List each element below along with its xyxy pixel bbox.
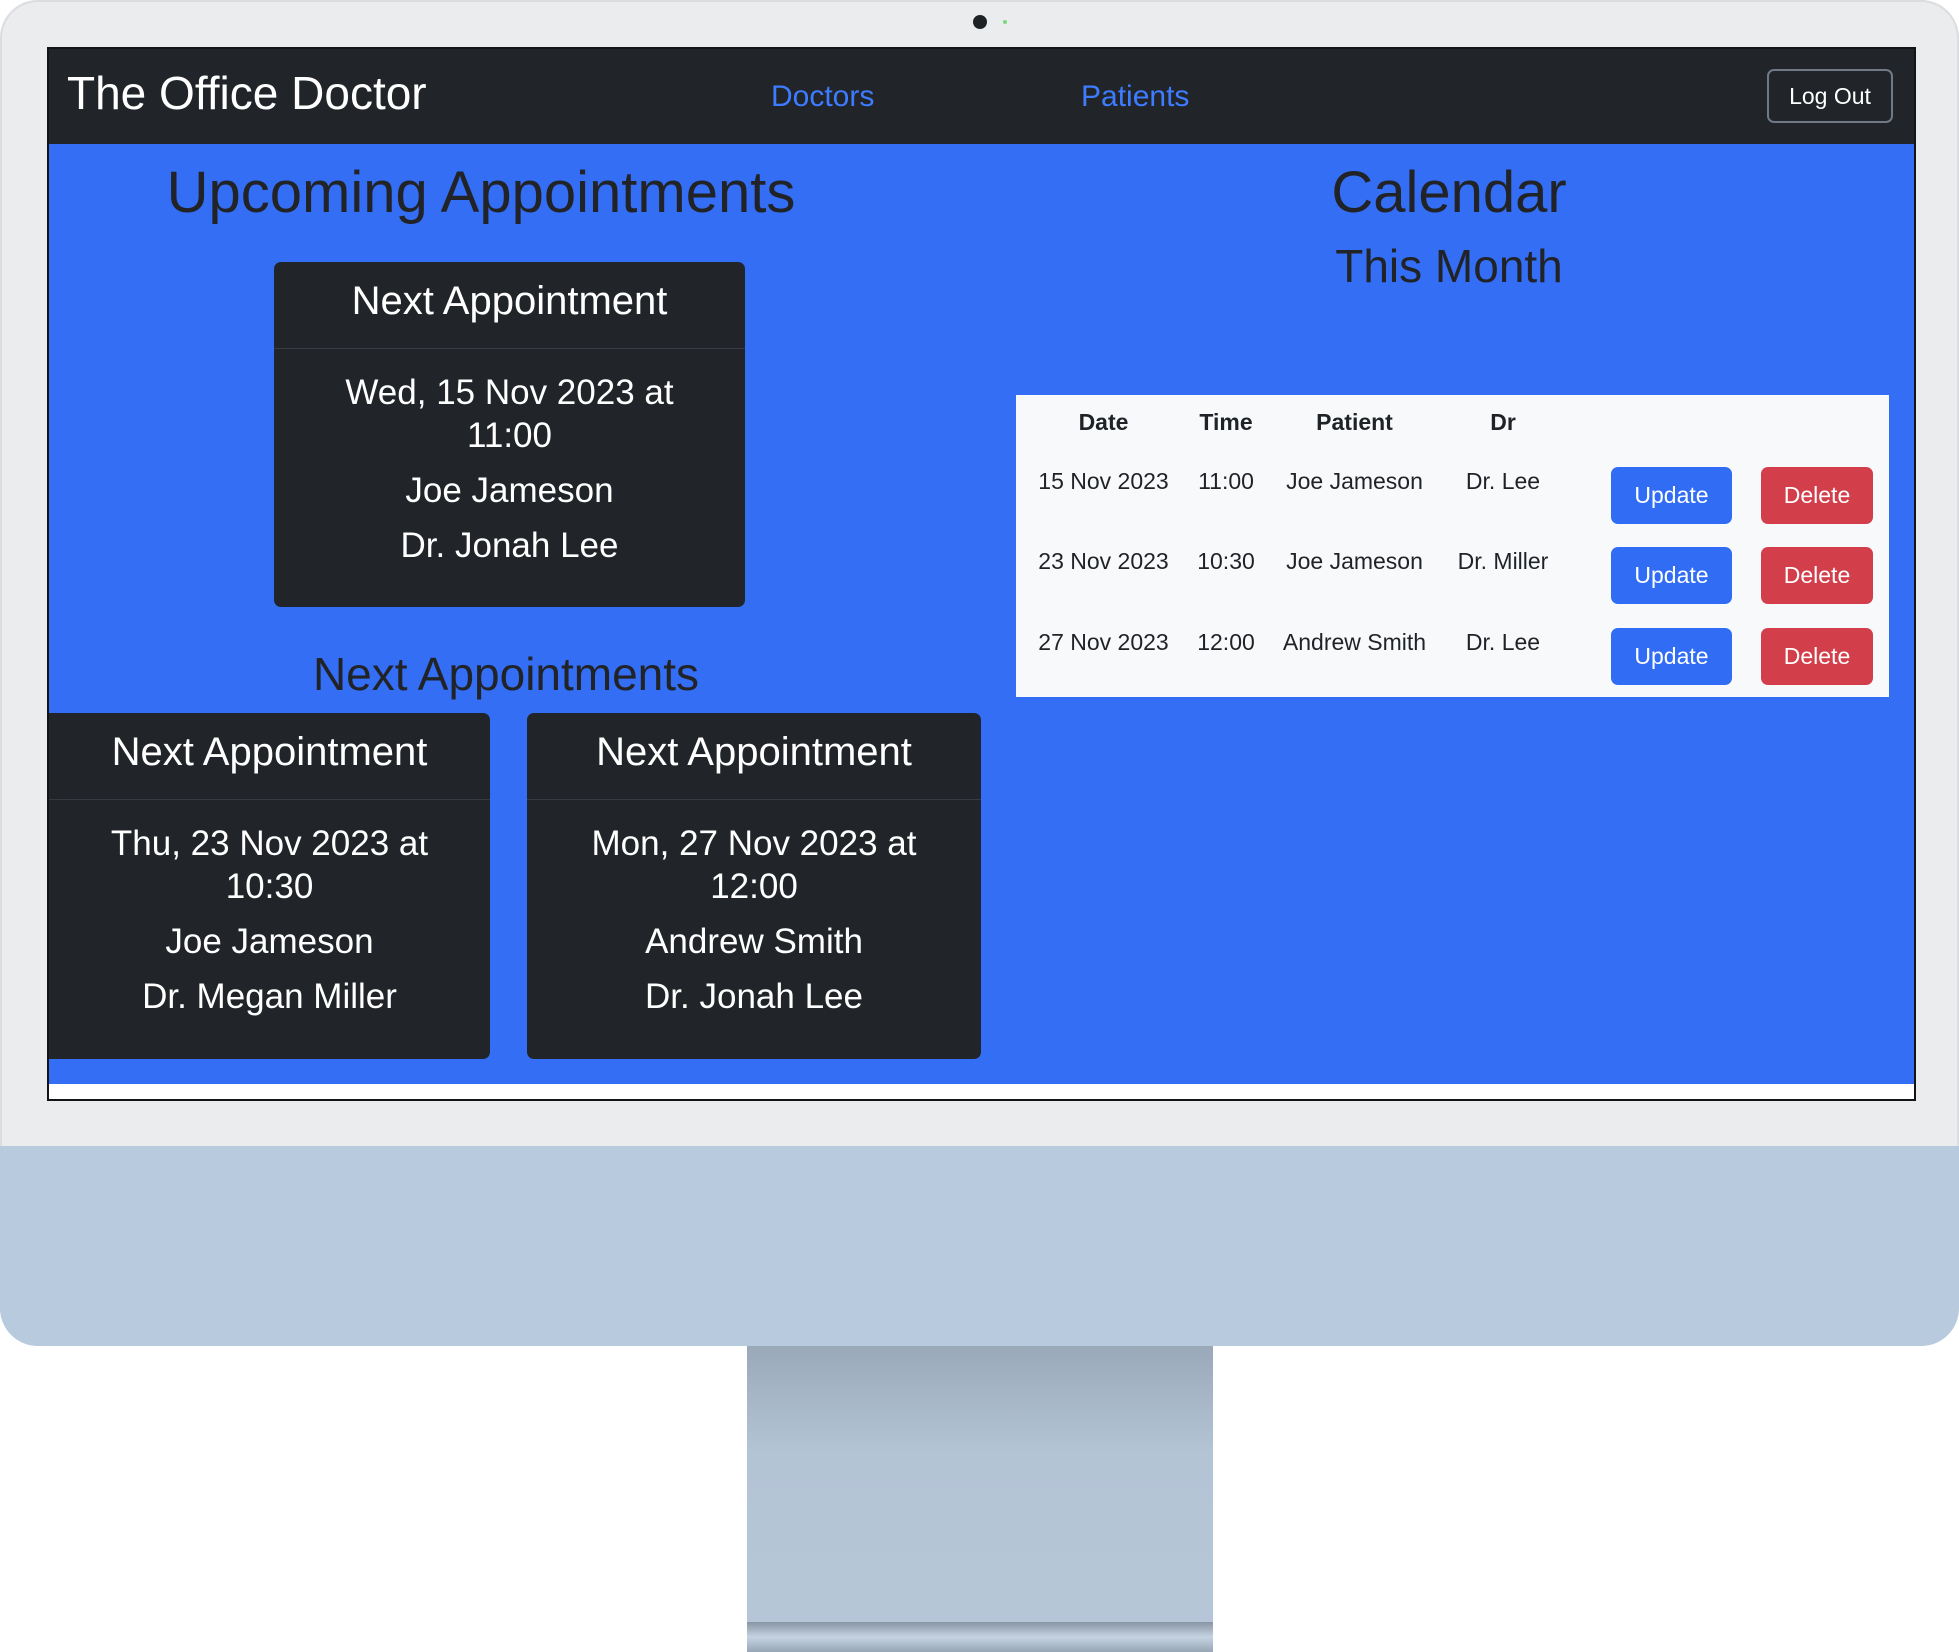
appointment-datetime: Mon, 27 Nov 2023 at 12:00 — [591, 824, 917, 906]
cell-date: 27 Nov 2023 — [1038, 629, 1169, 655]
update-button[interactable]: Update — [1611, 467, 1732, 524]
card-body: Mon, 27 Nov 2023 at 12:00 Andrew Smith D… — [527, 800, 981, 1018]
card-body: Thu, 23 Nov 2023 at 10:30 Joe Jameson Dr… — [49, 800, 490, 1018]
cell-doctor: Dr. Lee — [1465, 629, 1541, 655]
cell-date: 23 Nov 2023 — [1038, 548, 1169, 574]
cell-doctor: Dr. Miller — [1457, 548, 1549, 574]
appointment-datetime: Thu, 23 Nov 2023 at 10:30 — [110, 824, 429, 906]
cell-patient: Andrew Smith — [1282, 629, 1427, 655]
navbar: The Office Doctor Doctors Patients Log O… — [49, 49, 1914, 144]
next-appointments-title: Next Appointments — [312, 648, 700, 700]
column-header-patient: Patient — [1316, 409, 1393, 435]
cell-patient: Joe Jameson — [1286, 468, 1423, 494]
cell-doctor: Dr. Lee — [1465, 468, 1541, 494]
appointment-doctor: Dr. Jonah Lee — [645, 977, 863, 1016]
column-header-date: Date — [1078, 409, 1129, 435]
appointment-card: Next Appointment Thu, 23 Nov 2023 at 10:… — [49, 713, 490, 1059]
card-header: Next Appointment — [274, 262, 745, 349]
monitor-stand — [747, 1346, 1213, 1652]
cell-time: 10:30 — [1197, 548, 1255, 574]
appointment-datetime: Wed, 15 Nov 2023 at 11:00 — [345, 373, 674, 455]
camera-led-icon — [1003, 20, 1007, 24]
cell-date: 15 Nov 2023 — [1038, 468, 1169, 494]
monitor-stand-foot — [747, 1622, 1213, 1652]
delete-button[interactable]: Delete — [1761, 547, 1873, 604]
card-header: Next Appointment — [527, 713, 981, 800]
appointment-doctor: Dr. Megan Miller — [142, 977, 397, 1016]
calendar-title: Calendar — [1331, 160, 1567, 225]
main-content: Upcoming Appointments Next Appointment W… — [49, 144, 1914, 1084]
appointment-patient: Joe Jameson — [165, 922, 374, 961]
screen: The Office Doctor Doctors Patients Log O… — [47, 47, 1916, 1101]
column-header-time: Time — [1199, 409, 1253, 435]
appointment-doctor: Dr. Jonah Lee — [400, 526, 619, 565]
calendar-subtitle: This Month — [1335, 240, 1563, 292]
nav-link-doctors[interactable]: Doctors — [771, 79, 874, 115]
camera-icon — [973, 15, 987, 29]
upcoming-appointments-title: Upcoming Appointments — [166, 160, 796, 225]
calendar-table: Date Time Patient Dr 15 Nov 2023 11:00 J… — [1016, 395, 1889, 697]
update-button[interactable]: Update — [1611, 547, 1732, 604]
appointment-patient: Joe Jameson — [405, 471, 614, 510]
monitor-chin — [0, 1146, 1959, 1346]
delete-button[interactable]: Delete — [1761, 467, 1873, 524]
appointment-patient: Andrew Smith — [645, 922, 863, 961]
card-header: Next Appointment — [49, 713, 490, 800]
nav-link-patients[interactable]: Patients — [1081, 79, 1189, 115]
featured-appointment-card: Next Appointment Wed, 15 Nov 2023 at 11:… — [274, 262, 745, 607]
card-body: Wed, 15 Nov 2023 at 11:00 Joe Jameson Dr… — [274, 349, 745, 567]
column-header-doctor: Dr — [1490, 409, 1516, 435]
logout-button[interactable]: Log Out — [1767, 69, 1893, 123]
brand-title[interactable]: The Office Doctor — [67, 65, 427, 121]
cell-time: 12:00 — [1197, 629, 1255, 655]
appointment-card: Next Appointment Mon, 27 Nov 2023 at 12:… — [527, 713, 981, 1059]
delete-button[interactable]: Delete — [1761, 628, 1873, 685]
cell-time: 11:00 — [1198, 468, 1254, 494]
cell-patient: Joe Jameson — [1286, 548, 1423, 574]
update-button[interactable]: Update — [1611, 628, 1732, 685]
